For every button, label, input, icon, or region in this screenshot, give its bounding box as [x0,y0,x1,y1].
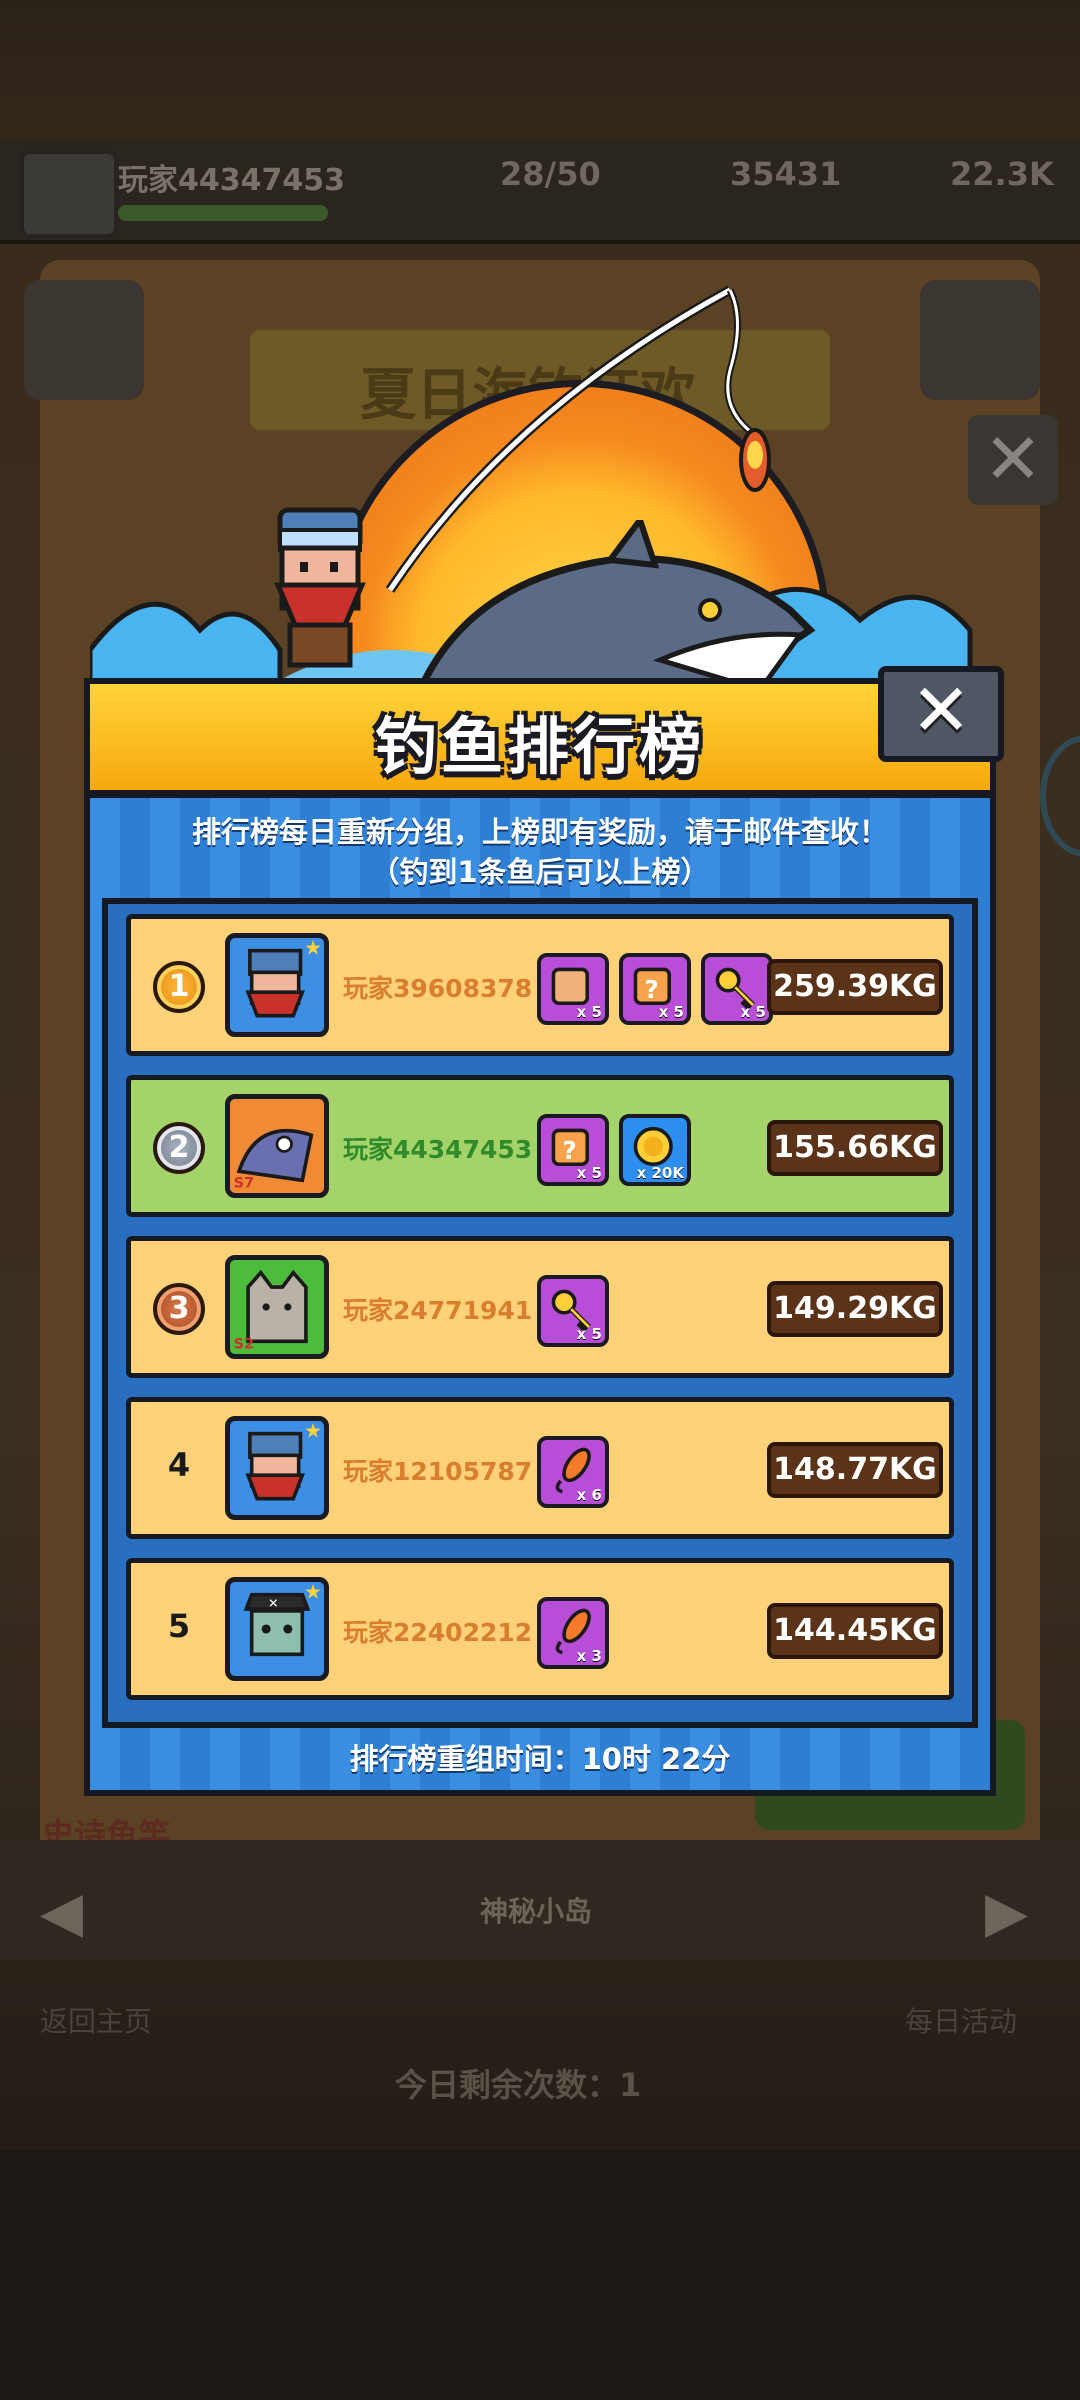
reward-count: x 5 [576,1325,602,1343]
island-name: 神秘小岛 [480,1895,593,1928]
reward-count: x 3 [576,1647,602,1665]
player-avatar-1[interactable]: ★ [225,933,329,1037]
svg-text:★: ★ [304,938,322,959]
side-ring [1040,735,1080,857]
prev-island-arrow[interactable]: ◀ [40,1880,83,1945]
home-label[interactable]: 返回主页 [40,2000,152,2040]
player-exp-bar [118,205,328,221]
fishing-lure-icon[interactable]: x 3 [537,1597,609,1669]
avatar-level: S7 [234,1176,254,1192]
puzzle-piece-icon[interactable]: x 5 [537,953,609,1025]
player-name-5: 玩家22402212 [343,1618,533,1647]
fish-weight-5: 144.45KG [767,1603,943,1659]
notice-line-2: （钓到1条鱼后可以上榜） [370,855,710,889]
daily-label[interactable]: 每日活动 [905,2000,1017,2040]
fishing-lure-icon[interactable]: x 6 [537,1436,609,1508]
avatar-level: S2 [234,1337,254,1353]
rank-medal-gold: 1 [153,961,205,1013]
rank-number: 5 [167,1607,191,1645]
player-avatar-4[interactable]: ★ [225,1416,329,1520]
notice-line-1: 排行榜每日重新分组，上榜即有奖励，请于邮件查收！ [191,815,888,849]
shark-character [416,520,816,699]
fish-weight-4: 148.77KG [767,1442,943,1498]
fish-weight-1: 259.39KG [767,959,943,1015]
reward-count: x 5 [658,1003,684,1021]
svg-text:?: ? [562,1136,576,1165]
player-avatar[interactable] [20,150,118,238]
fisherman-character [274,507,366,668]
player-name-3: 玩家24771941 [343,1296,533,1325]
svg-text:★: ★ [304,1421,322,1442]
gold-count: 35431 [730,155,842,193]
player-name-1: 玩家39608378 [343,974,533,1003]
key-icon[interactable]: x 5 [701,953,773,1025]
modal-title-bar: 钓鱼排行榜 [84,678,996,798]
reward-count: x 5 [576,1164,602,1182]
player-name-2: 玩家44347453 [343,1135,533,1164]
svg-text:?: ? [644,975,658,1004]
rank-medal-bronze: 3 [153,1283,205,1335]
leaderboard-modal: 钓鱼排行榜 排行榜每日重新分组，上榜即有奖励，请于邮件查收！ （钓到1条鱼后可以… [84,678,996,1796]
leaderboard-row-2[interactable]: 2 S7 玩家44347453 ? x 5 x 20K 155.66KG [126,1075,954,1217]
reward-count: x 6 [576,1486,602,1504]
svg-text:★: ★ [304,1582,322,1603]
remaining-attempts: 今日剩余次数：1 [395,2066,642,2104]
player-avatar-5[interactable]: ✕ ★ [225,1577,329,1681]
fish-weight-2: 155.66KG [767,1120,943,1176]
player-name: 玩家44347453 [118,163,345,198]
gem-count: 22.3K [950,155,1054,193]
next-island-arrow[interactable]: ▶ [985,1880,1028,1945]
leaderboard-row-5[interactable]: 5 ✕ ★ 玩家22402212 x 3 144.45KG [126,1558,954,1700]
leaderboard-row-3[interactable]: 3 S2 玩家24771941 x 5 149.29KG [126,1236,954,1378]
leaderboard-notice: 排行榜每日重新分组，上榜即有奖励，请于邮件查收！ （钓到1条鱼后可以上榜） [90,812,990,892]
reward-count: x 5 [740,1003,766,1021]
fish-count: 28/50 [500,155,601,193]
puzzle-question-icon[interactable]: ? x 5 [619,953,691,1025]
puzzle-question-icon[interactable]: ? x 5 [537,1114,609,1186]
rank-medal-silver: 2 [153,1122,205,1174]
reward-count: x 5 [576,1003,602,1021]
fish-weight-3: 149.29KG [767,1281,943,1337]
leaderboard-row-4[interactable]: 4 ★ 玩家12105787 x 6 148.77KG [126,1397,954,1539]
svg-text:✕: ✕ [268,1595,279,1610]
modal-title: 钓鱼排行榜 [374,710,705,783]
gold-coin-icon[interactable]: x 20K [619,1114,691,1186]
rank-number: 4 [167,1446,191,1484]
leaderboard-list: 1 ★ 玩家39608378 x 5 ? x 5 x 5 259.39KG 2 [102,898,978,1728]
leaderboard-row-1[interactable]: 1 ★ 玩家39608378 x 5 ? x 5 x 5 259.39KG [126,914,954,1056]
reward-count: x 20K [636,1164,684,1182]
close-icon: ✕ [910,668,972,752]
player-name-4: 玩家12105787 [343,1457,533,1486]
bottom-nav [0,2150,1080,2400]
reset-timer: 排行榜重组时间：10时 22分 [349,1742,731,1776]
modal-close-button[interactable]: ✕ [878,666,1004,762]
player-avatar-3[interactable]: S2 [225,1255,329,1359]
header-illustration [90,260,990,880]
key-icon[interactable]: x 5 [537,1275,609,1347]
player-avatar-2[interactable]: S7 [225,1094,329,1198]
